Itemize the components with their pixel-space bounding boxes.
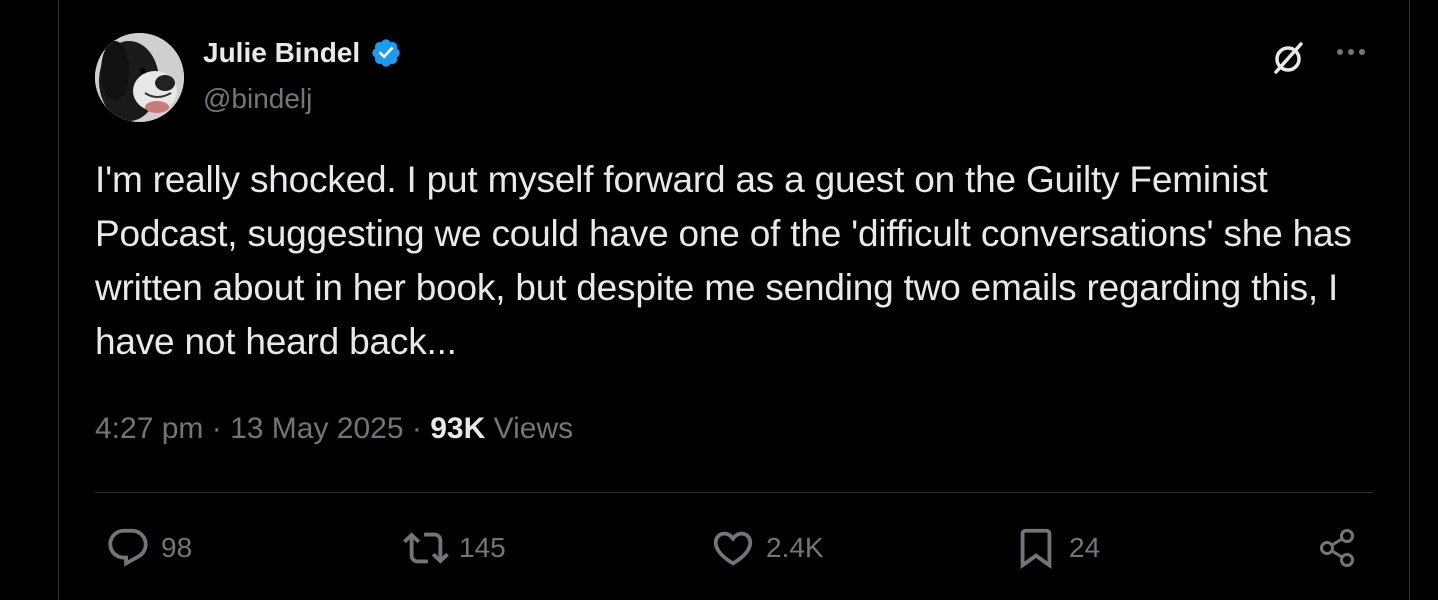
action-bar: 98 145 2.4K 24 <box>95 520 1373 576</box>
reply-count: 98 <box>161 532 193 563</box>
share-icon <box>1320 529 1354 567</box>
divider <box>95 492 1373 493</box>
more-icon[interactable] <box>1330 38 1374 68</box>
repost-button[interactable]: 145 <box>403 520 506 576</box>
verified-badge-icon[interactable] <box>370 37 402 69</box>
tweet-meta: 4:27 pm · 13 May 2025 · 93K Views <box>95 410 573 448</box>
grok-icon[interactable] <box>1268 38 1308 78</box>
meta-separator: · <box>211 412 222 445</box>
like-icon <box>713 531 753 566</box>
bookmark-button[interactable]: 24 <box>1013 520 1100 576</box>
author-display-name[interactable]: Julie Bindel <box>203 36 360 70</box>
reply-button[interactable]: 98 <box>105 520 192 576</box>
author-name-row: Julie Bindel <box>203 36 402 70</box>
like-button[interactable]: 2.4K <box>710 520 824 576</box>
bookmark-icon <box>1020 528 1052 569</box>
tweet-date[interactable]: 13 May 2025 <box>230 412 403 445</box>
tweet-text: I'm really shocked. I put myself forward… <box>95 159 1352 362</box>
tweet-time[interactable]: 4:27 pm <box>95 412 203 445</box>
bookmark-count: 24 <box>1069 532 1101 563</box>
like-count: 2.4K <box>766 532 824 563</box>
avatar[interactable] <box>95 33 184 122</box>
meta-separator: · <box>411 412 422 445</box>
repost-count: 145 <box>459 532 506 563</box>
author-handle[interactable]: @bindelj <box>203 82 312 116</box>
share-button[interactable] <box>1315 520 1361 576</box>
tweet-page: Julie Bindel @bindelj I'm really shocked… <box>0 0 1438 600</box>
views-count: 93K <box>430 412 486 445</box>
avatar-dog-image <box>95 33 184 122</box>
views-label: Views <box>493 412 574 445</box>
repost-icon <box>403 532 449 564</box>
reply-icon <box>108 528 148 567</box>
